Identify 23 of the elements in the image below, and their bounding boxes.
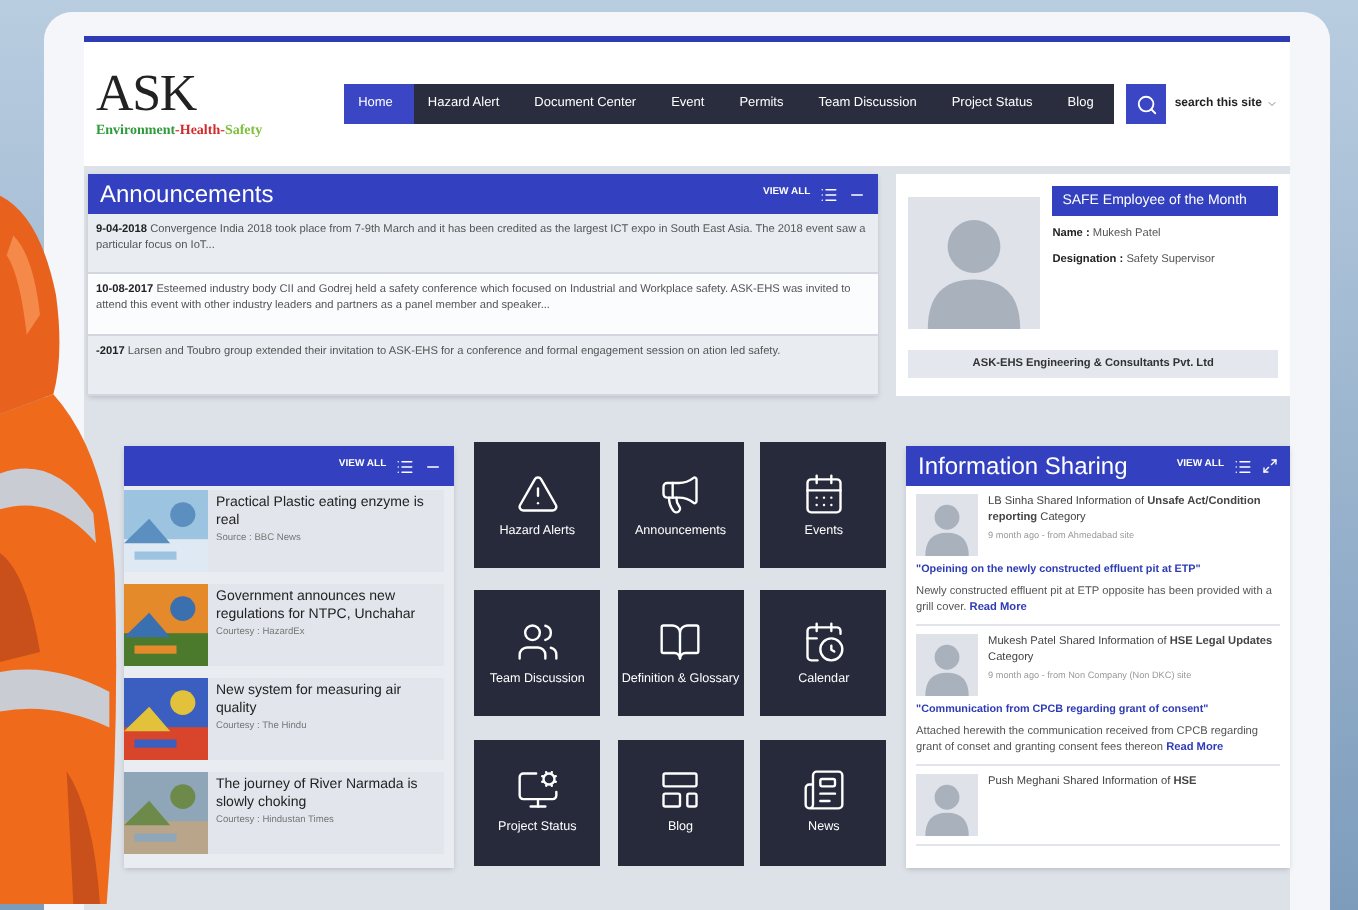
tile-icon xyxy=(658,768,703,813)
avatar-icon xyxy=(916,774,979,837)
tile-icon xyxy=(515,471,560,515)
search-button[interactable] xyxy=(1126,84,1167,124)
tile-icon xyxy=(801,619,846,664)
avatar-icon xyxy=(916,634,979,697)
list-icon[interactable] xyxy=(396,457,415,475)
tile-icon xyxy=(658,619,703,664)
list-icon[interactable] xyxy=(1234,457,1253,475)
caret-icon xyxy=(1266,98,1278,110)
tile-icon xyxy=(801,471,846,515)
panel-title: Information Sharing xyxy=(918,450,1130,484)
tile-icon xyxy=(515,768,560,813)
avatar-icon xyxy=(916,494,979,556)
expand-icon[interactable] xyxy=(1262,458,1279,474)
tile-icon xyxy=(801,768,846,813)
announcement-row[interactable] xyxy=(88,274,879,336)
panel-title: Announcements xyxy=(100,178,276,212)
list-icon[interactable] xyxy=(820,185,839,203)
search-icon xyxy=(1135,93,1158,115)
logo-mark: ASK xyxy=(96,67,199,120)
tile-icon xyxy=(515,619,560,664)
tile-icon xyxy=(658,471,703,515)
